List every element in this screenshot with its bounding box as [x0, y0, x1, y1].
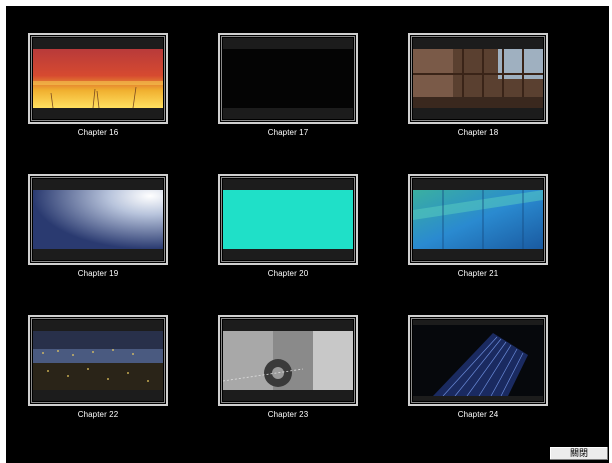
- close-button[interactable]: 關閉: [549, 446, 609, 461]
- chapter-thumbnail[interactable]: [218, 315, 358, 406]
- night-harbor-image: [33, 331, 163, 390]
- chapter-thumbnail[interactable]: [28, 315, 168, 406]
- chapter-label: Chapter 16: [77, 128, 119, 137]
- sunset-reeds-image: [33, 49, 163, 108]
- chapter-label: Chapter 18: [457, 128, 499, 137]
- chapter-thumbnail[interactable]: [408, 315, 548, 406]
- blue-glass-building-image: [413, 190, 543, 249]
- chapter-thumbnail[interactable]: [218, 174, 358, 265]
- chapter-label: Chapter 20: [267, 269, 309, 278]
- chapter-label: Chapter 19: [77, 269, 119, 278]
- black-frame-image: [223, 49, 353, 108]
- chapter-thumbnail[interactable]: [28, 174, 168, 265]
- chapter-menu-window: Chapter 16 Chapter 17 Chapter 18 Chapter…: [6, 6, 609, 463]
- industrial-interior-image: [413, 49, 543, 108]
- grey-machinery-image: [223, 331, 353, 390]
- chapter-label: Chapter 21: [457, 269, 499, 278]
- blue-sky-light-image: [33, 190, 163, 249]
- chapter-thumbnail[interactable]: [28, 33, 168, 124]
- skyscraper-night-image: [413, 325, 543, 396]
- chapter-label: Chapter 23: [267, 410, 309, 419]
- chapter-label: Chapter 17: [267, 128, 309, 137]
- chapter-thumbnail[interactable]: [218, 33, 358, 124]
- cyan-frame-image: [223, 190, 353, 249]
- chapter-thumbnail[interactable]: [408, 174, 548, 265]
- chapter-thumbnail[interactable]: [408, 33, 548, 124]
- chapter-label: Chapter 24: [457, 410, 499, 419]
- chapter-label: Chapter 22: [77, 410, 119, 419]
